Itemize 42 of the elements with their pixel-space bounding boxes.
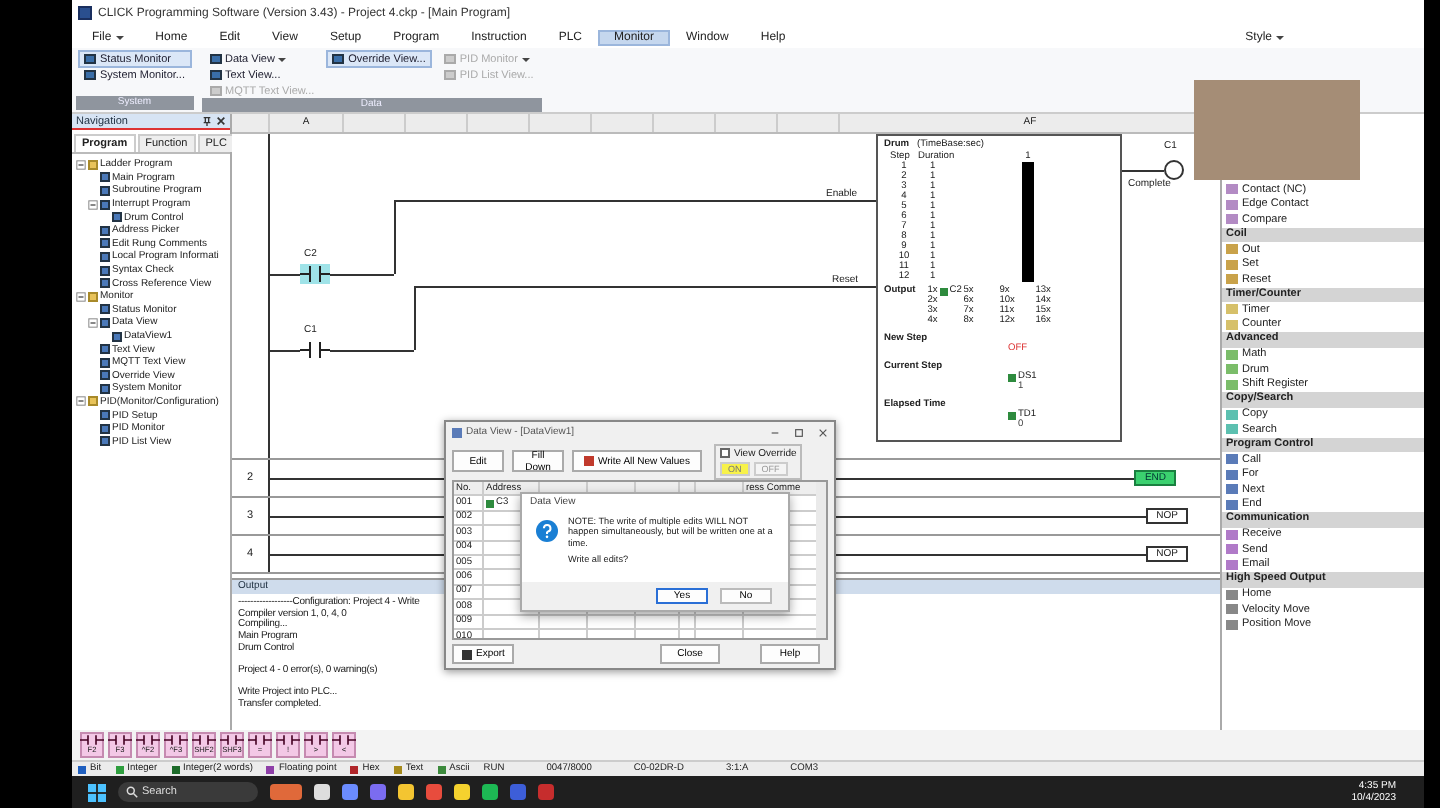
save-icon [462, 649, 472, 659]
expander-icon[interactable] [88, 199, 98, 210]
contact-icon [80, 734, 104, 746]
close-icon[interactable] [216, 116, 226, 126]
write-icon [584, 456, 594, 466]
bit-icon [486, 499, 494, 508]
contact-icon [304, 734, 328, 746]
folder-icon [88, 291, 98, 302]
register-icon [1008, 373, 1016, 381]
search-icon [126, 786, 138, 798]
checkbox[interactable] [719, 448, 730, 458]
coil-icon [1164, 160, 1184, 180]
app-icon [78, 6, 92, 20]
expander-icon[interactable] [76, 291, 86, 302]
app-icon[interactable] [270, 784, 302, 800]
contact-icon [248, 734, 272, 746]
expander-icon[interactable] [76, 396, 86, 407]
contact-icon [332, 734, 356, 746]
minimize-icon[interactable] [770, 427, 780, 437]
contact-icon [108, 734, 132, 746]
caret-icon [278, 57, 287, 61]
pin-icon[interactable] [202, 116, 212, 126]
contact-icon [276, 734, 300, 746]
caret-icon [1276, 35, 1284, 39]
folder-icon [88, 396, 98, 407]
start-icon[interactable] [88, 783, 106, 801]
expander-icon[interactable] [88, 317, 98, 328]
register-icon [1008, 411, 1016, 419]
question-icon [536, 520, 558, 542]
caret-icon [115, 35, 124, 39]
contact-icon [164, 734, 188, 746]
expander-icon[interactable] [76, 159, 86, 170]
contact-icon [136, 734, 160, 746]
caret-icon [521, 57, 530, 61]
maximize-icon[interactable] [794, 427, 804, 437]
contact-icon [220, 734, 244, 746]
window-icon [452, 427, 462, 437]
bit-icon [939, 287, 948, 295]
window-icon [332, 54, 345, 64]
close-icon[interactable] [818, 427, 828, 437]
contact-icon [192, 734, 216, 746]
folder-icon [88, 159, 98, 170]
